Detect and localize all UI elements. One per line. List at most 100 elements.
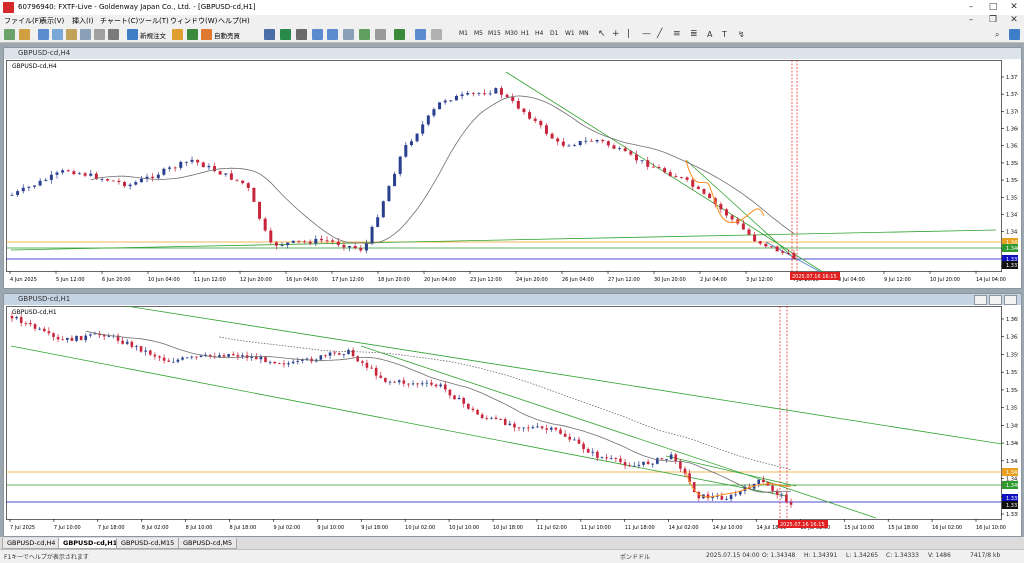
tile-windows-icon[interactable] [343, 29, 354, 40]
time-tick-label: 17 Jun 12:00 [332, 277, 364, 283]
bar-chart-icon[interactable] [264, 29, 275, 40]
tf-d1[interactable]: D1 [550, 30, 558, 37]
chart-window-h1[interactable]: GBPUSD-cd,H1 GBPUSD-cd,H1 1.36500 1.36235 1… [3, 293, 1024, 537]
community-icon[interactable] [1009, 29, 1020, 40]
price-tick-label: 1.34645 [1006, 441, 1018, 447]
candle-body [780, 494, 784, 496]
navigator-icon[interactable] [66, 29, 77, 40]
candle-body [282, 363, 286, 365]
minimize-icon[interactable]: – [963, 2, 979, 13]
candle-body [387, 186, 391, 202]
tf-m15[interactable]: M15 [488, 30, 501, 37]
time-tick-label: 14 Jul 04:00 [976, 277, 1006, 283]
candle-body [252, 187, 256, 202]
candle-body [550, 427, 553, 430]
candlestick-icon[interactable] [280, 29, 291, 40]
candle-body [668, 172, 672, 177]
close-icon[interactable]: ✕ [1006, 2, 1022, 13]
mdi-restore-icon[interactable]: ❐ [985, 15, 1001, 26]
arrows-icon[interactable]: ↯ [738, 29, 749, 40]
auto-trade-status-icon[interactable] [201, 29, 212, 40]
candle-body [176, 359, 180, 362]
crosshair-icon[interactable]: + [612, 29, 623, 40]
candle-body [420, 383, 424, 385]
menu-view[interactable]: 表示(V) [40, 16, 64, 26]
tf-mn[interactable]: MN [579, 30, 589, 37]
tf-w1[interactable]: W1 [565, 30, 575, 37]
data-window-icon[interactable] [52, 29, 63, 40]
price-tick-label: 1.37400 [1006, 92, 1018, 98]
templates-icon[interactable] [431, 29, 442, 40]
price-tag-label: 1.33717 [1006, 503, 1018, 509]
candle-body [196, 159, 200, 163]
status-profile: ポンドドル [620, 554, 651, 561]
chart-h1-restore-icon[interactable] [989, 295, 1002, 305]
autoscroll-icon[interactable] [359, 29, 370, 40]
chart-shift-icon[interactable] [375, 29, 386, 40]
candle-body [190, 356, 194, 358]
menu-insert[interactable]: 挿入(I) [72, 16, 94, 26]
cursor-icon[interactable]: ↖ [598, 29, 609, 40]
candle-body [483, 93, 487, 95]
tf-h4[interactable]: H4 [535, 30, 543, 37]
chart-window-h4-titlebar[interactable]: GBPUSD-cd,H4 [4, 48, 1021, 59]
candle-body [434, 384, 438, 387]
mdi-minimize-icon[interactable]: – [963, 15, 979, 26]
chart-h1-minimize-icon[interactable] [974, 295, 987, 305]
candle-body [184, 161, 188, 163]
indicators-icon[interactable] [394, 29, 405, 40]
window-titlebar: 60796940: FXTF-Live - Goldenway Japan Co… [0, 0, 1024, 15]
tab-m15[interactable]: GBPUSD-cd,M15 [116, 538, 180, 549]
chart-h1-close-icon[interactable] [1004, 295, 1017, 305]
horizontal-line-icon[interactable]: — [642, 29, 653, 40]
candle-body [786, 252, 790, 254]
new-chart-icon[interactable] [4, 29, 15, 40]
menu-tools[interactable]: ツール(T) [138, 16, 169, 26]
market-watch-icon[interactable] [38, 29, 49, 40]
new-order-button[interactable]: 新規注文 [140, 30, 166, 40]
tab-h1[interactable]: GBPUSD-cd,H1 [58, 538, 123, 549]
text-icon[interactable]: A [707, 29, 718, 40]
candle-body [151, 176, 155, 179]
tab-h4[interactable]: GBPUSD-cd,H4 [2, 538, 61, 549]
candle-body [586, 449, 590, 453]
terminal-icon[interactable] [80, 29, 91, 40]
menu-chart[interactable]: チャート(C) [100, 16, 138, 26]
tf-h1[interactable]: H1 [521, 30, 529, 37]
label-icon[interactable]: T [722, 29, 733, 40]
line-chart-icon[interactable] [296, 29, 307, 40]
tf-m5[interactable]: M5 [474, 30, 483, 37]
vertical-line-icon[interactable]: | [627, 29, 638, 40]
profiles-icon[interactable] [19, 29, 30, 40]
periods-icon[interactable] [415, 29, 426, 40]
channel-icon[interactable]: ≡ [673, 29, 684, 40]
candle-body [402, 380, 406, 384]
maximize-icon[interactable]: □ [985, 2, 1001, 13]
menu-file[interactable]: ファイル(F) [4, 16, 42, 26]
metaeditor-icon[interactable] [172, 29, 183, 40]
h4-candlestick-chart[interactable]: GBPUSD-cd,H4 1.37780 1.37400 1.37010 1.36630… [6, 60, 1024, 286]
chart-window-h4[interactable]: GBPUSD-cd,H4 GBPUSD-cd,H4 1.37780 1.37400 1… [3, 47, 1024, 289]
menu-help[interactable]: ヘルプ(H) [218, 16, 250, 26]
chart-window-h1-titlebar[interactable]: GBPUSD-cd,H1 [4, 294, 1021, 305]
mdi-close-icon[interactable]: ✕ [1006, 15, 1022, 26]
search-icon[interactable]: ⌕ [995, 29, 1006, 40]
menu-window[interactable]: ウィンドウ(W) [170, 16, 217, 26]
time-tick-label: 11 Jul 10:00 [581, 525, 611, 531]
time-tick-label: 10 Jun 04:00 [148, 277, 180, 283]
candle-body [89, 334, 92, 336]
tab-m5[interactable]: GBPUSD-cd,M5 [178, 538, 238, 549]
zoom-out-icon[interactable] [327, 29, 338, 40]
zoom-in-icon[interactable] [312, 29, 323, 40]
candle-body [333, 352, 336, 354]
trendline-icon[interactable]: ╱ [657, 29, 668, 40]
strategy-tester-icon[interactable] [94, 29, 105, 40]
new-order-icon[interactable] [127, 29, 138, 40]
fibonacci-icon[interactable]: ≣ [690, 29, 701, 40]
tf-m1[interactable]: M1 [459, 30, 468, 37]
auto-trade-button[interactable]: 自動売買 [214, 30, 240, 40]
tf-m30[interactable]: M30 [505, 30, 518, 37]
auto-trade-icon[interactable] [187, 29, 198, 40]
history-icon[interactable] [108, 29, 119, 40]
h1-candlestick-chart[interactable]: GBPUSD-cd,H1 1.36500 1.36235 1.35970 1.35705… [6, 305, 1024, 534]
